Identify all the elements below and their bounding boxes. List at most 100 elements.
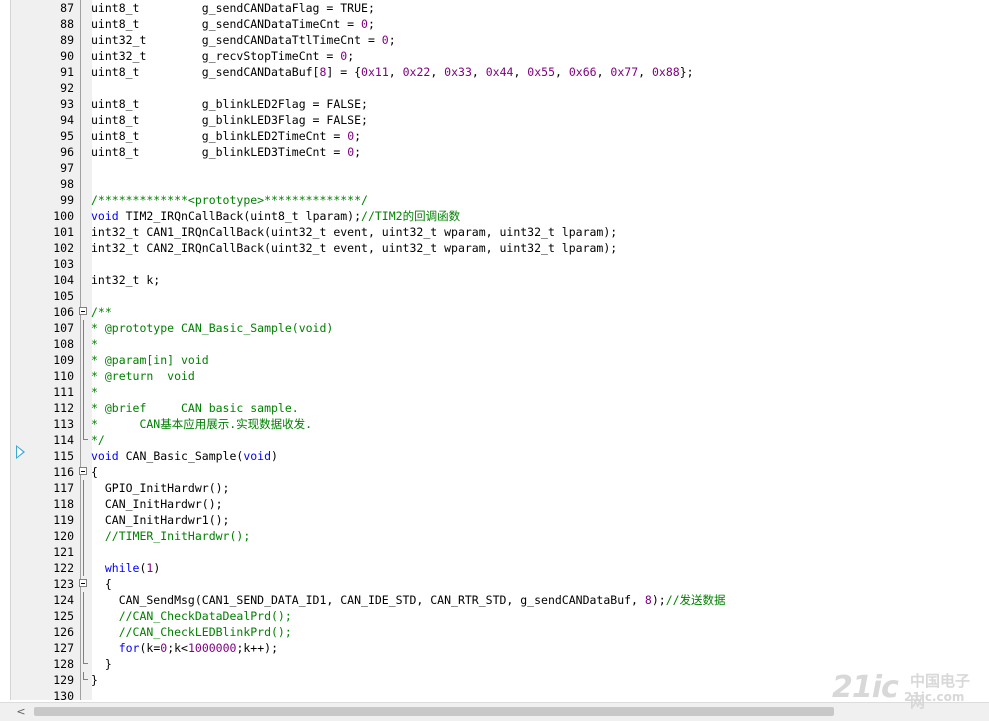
code-text: */ xyxy=(91,433,105,447)
fold-collapse-icon[interactable] xyxy=(79,467,87,475)
code-line[interactable]: 107 * @prototype CAN_Basic_Sample(void) xyxy=(0,320,989,336)
current-line-arrow-icon xyxy=(16,445,25,459)
line-number: 121 xyxy=(53,545,74,559)
code-line[interactable]: 123 { xyxy=(0,576,989,592)
code-text: int32_t k; xyxy=(91,273,161,287)
line-number: 97 xyxy=(60,161,74,175)
fold-guide-line xyxy=(83,512,84,528)
code-line[interactable]: 119 CAN_InitHardwr1(); xyxy=(0,512,989,528)
code-line[interactable]: 89 uint32_t g_sendCANDataTtlTimeCnt = 0; xyxy=(0,32,989,48)
line-number: 119 xyxy=(53,513,74,527)
code-text: * @return void xyxy=(91,369,195,383)
code-text: CAN_InitHardwr(); xyxy=(91,497,223,511)
code-line[interactable]: 91 uint8_t g_sendCANDataBuf[8] = {0x11, 0… xyxy=(0,64,989,80)
line-number: 96 xyxy=(60,145,74,159)
line-number: 100 xyxy=(53,209,74,223)
code-text: { xyxy=(91,577,112,591)
code-line[interactable]: 115 void CAN_Basic_Sample(void) xyxy=(0,448,989,464)
code-line[interactable]: 92 xyxy=(0,80,989,96)
code-line[interactable]: 102 int32_t CAN2_IRQnCallBack(uint32_t ev… xyxy=(0,240,989,256)
chevron-left-icon[interactable]: < xyxy=(14,706,28,718)
code-text: uint32_t g_recvStopTimeCnt = 0; xyxy=(91,49,355,63)
code-line[interactable]: 121 xyxy=(0,544,989,560)
code-text: /** xyxy=(91,305,112,319)
fold-guide-line xyxy=(83,384,84,400)
code-line[interactable]: 98 xyxy=(0,176,989,192)
code-text: //CAN_CheckLEDBlinkPrd(); xyxy=(91,625,292,639)
code-text: { xyxy=(91,465,98,479)
fold-end-marker xyxy=(83,432,88,440)
code-line[interactable]: 101 int32_t CAN1_IRQnCallBack(uint32_t ev… xyxy=(0,224,989,240)
fold-guide-line xyxy=(83,400,84,416)
code-line[interactable]: 95 uint8_t g_blinkLED2TimeCnt = 0; xyxy=(0,128,989,144)
code-line[interactable]: 96 uint8_t g_blinkLED3TimeCnt = 0; xyxy=(0,144,989,160)
code-line[interactable]: 94 uint8_t g_blinkLED3Flag = FALSE; xyxy=(0,112,989,128)
line-number: 87 xyxy=(60,1,74,15)
code-line[interactable]: 93 uint8_t g_blinkLED2Flag = FALSE; xyxy=(0,96,989,112)
watermark-logo: 21ic 中国电子网 21ic.com xyxy=(832,668,982,713)
code-text: GPIO_InitHardwr(); xyxy=(91,481,230,495)
code-line[interactable]: 88 uint8_t g_sendCANDataTimeCnt = 0; xyxy=(0,16,989,32)
line-number: 113 xyxy=(53,417,74,431)
code-line[interactable]: 106 /** xyxy=(0,304,989,320)
fold-guide-line xyxy=(83,640,84,656)
code-text: * @param[in] void xyxy=(91,353,209,367)
code-line[interactable]: 104 int32_t k; xyxy=(0,272,989,288)
line-number: 130 xyxy=(53,689,74,700)
code-line[interactable]: 127 for(k=0;k<1000000;k++); xyxy=(0,640,989,656)
scrollbar-thumb[interactable] xyxy=(34,707,834,716)
fold-collapse-icon[interactable] xyxy=(79,307,87,315)
code-text: uint8_t g_sendCANDataTimeCnt = 0; xyxy=(91,17,375,31)
code-text: CAN_InitHardwr1(); xyxy=(91,513,230,527)
code-line[interactable]: 100 void TIM2_IRQnCallBack(uint8_t lparam… xyxy=(0,208,989,224)
line-number: 105 xyxy=(53,289,74,303)
code-text: uint8_t g_sendCANDataBuf[8] = {0x11, 0x2… xyxy=(91,65,694,79)
line-number: 92 xyxy=(60,81,74,95)
code-line[interactable]: 109 * @param[in] void xyxy=(0,352,989,368)
code-text: for(k=0;k<1000000;k++); xyxy=(118,641,278,655)
code-line[interactable]: 118 CAN_InitHardwr(); xyxy=(0,496,989,512)
code-line[interactable]: 90 uint32_t g_recvStopTimeCnt = 0; xyxy=(0,48,989,64)
code-line[interactable]: 116 { xyxy=(0,464,989,480)
line-number: 104 xyxy=(53,273,74,287)
code-line[interactable]: 117 GPIO_InitHardwr(); xyxy=(0,480,989,496)
fold-guide-line xyxy=(83,560,84,576)
code-text: uint8_t g_blinkLED3Flag = FALSE; xyxy=(91,113,368,127)
line-number: 93 xyxy=(60,97,74,111)
code-line[interactable]: 114 */ xyxy=(0,432,989,448)
code-line[interactable]: 110 * @return void xyxy=(0,368,989,384)
fold-collapse-icon[interactable] xyxy=(79,579,87,587)
code-line[interactable]: 122 while(1) xyxy=(0,560,989,576)
code-line[interactable]: 111 * xyxy=(0,384,989,400)
fold-guide-line xyxy=(83,368,84,384)
watermark-logo-text: 21ic xyxy=(832,670,899,705)
fold-guide-line xyxy=(83,624,84,640)
fold-guide-line xyxy=(83,416,84,432)
code-text: * @prototype CAN_Basic_Sample(void) xyxy=(91,321,334,335)
code-line[interactable]: 126 //CAN_CheckLEDBlinkPrd(); xyxy=(0,624,989,640)
code-editor[interactable]: 87 uint8_t g_sendCANDataFlag = TRUE; 88 uin… xyxy=(0,0,989,700)
code-line[interactable]: 113 * CAN基本应用展示.实现数据收发. xyxy=(0,416,989,432)
code-line[interactable]: 87 uint8_t g_sendCANDataFlag = TRUE; xyxy=(0,0,989,16)
code-text: while(1) xyxy=(104,561,161,575)
code-line[interactable]: 97 xyxy=(0,160,989,176)
line-number: 103 xyxy=(53,257,74,271)
code-line[interactable]: 124 CAN_SendMsg(CAN1_SEND_DATA_ID1, CAN_… xyxy=(0,592,989,608)
code-line[interactable]: 99 /*************<prototype>*************… xyxy=(0,192,989,208)
code-line[interactable]: 120 //TIMER_InitHardwr(); xyxy=(0,528,989,544)
code-line[interactable]: 108 * xyxy=(0,336,989,352)
line-number: 89 xyxy=(60,33,74,47)
code-line[interactable]: 103 xyxy=(0,256,989,272)
code-text: uint32_t g_sendCANDataTtlTimeCnt = 0; xyxy=(91,33,396,47)
code-text: uint8_t g_blinkLED2TimeCnt = 0; xyxy=(91,129,362,143)
line-number: 125 xyxy=(53,609,74,623)
code-text: void TIM2_IRQnCallBack(uint8_t lparam);/… xyxy=(91,209,461,223)
code-text: } xyxy=(91,673,98,687)
code-text: * xyxy=(91,337,98,351)
line-number: 128 xyxy=(53,657,74,671)
code-line[interactable]: 125 //CAN_CheckDataDealPrd(); xyxy=(0,608,989,624)
code-text: CAN_SendMsg(CAN1_SEND_DATA_ID1, CAN_IDE_… xyxy=(91,593,726,607)
code-line[interactable]: 112 * @brief CAN basic sample. xyxy=(0,400,989,416)
line-number: 102 xyxy=(53,241,74,255)
code-line[interactable]: 105 xyxy=(0,288,989,304)
